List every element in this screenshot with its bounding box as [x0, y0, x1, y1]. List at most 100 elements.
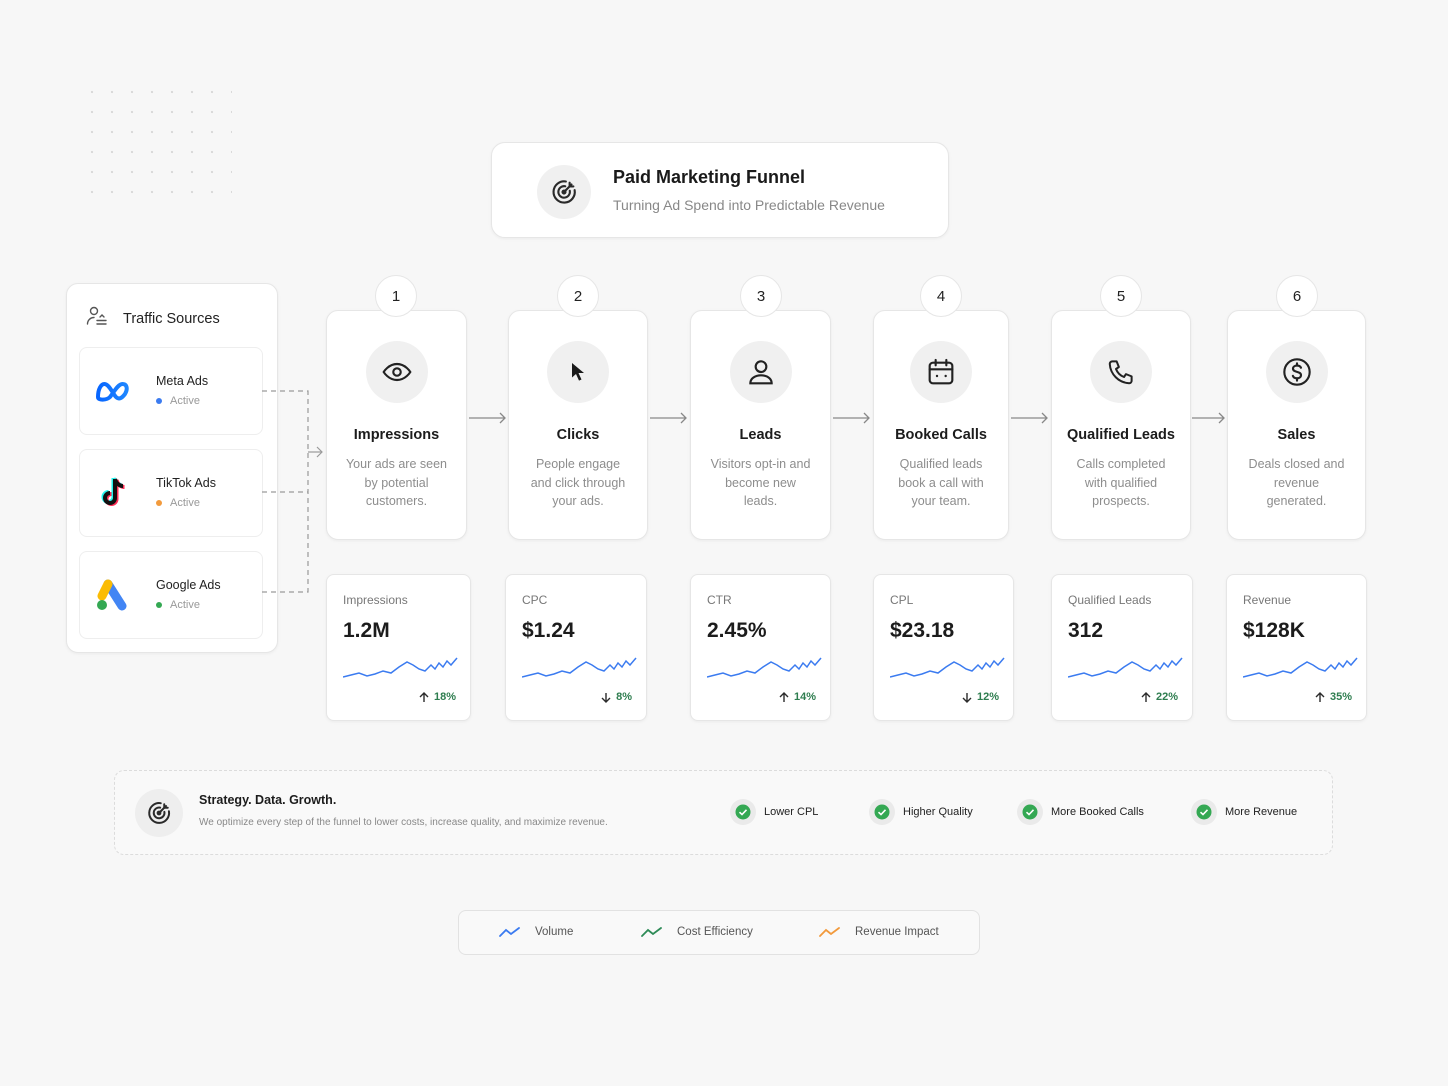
tiktok-logo [94, 476, 132, 510]
metric-delta: 12% [962, 691, 999, 703]
source-item-meta-ads[interactable]: Meta Ads Active [79, 347, 263, 435]
metric-delta: 22% [1141, 691, 1178, 703]
traffic-sources-title: Traffic Sources [123, 310, 220, 327]
step-description: Visitors opt-in and become new leads. [710, 457, 811, 508]
step-title: Qualified Leads [1067, 427, 1175, 443]
step-description: Qualified leads book a call with your te… [898, 457, 984, 508]
step-description: Calls completed with qualified prospects… [1076, 457, 1166, 508]
google-ads-logo [94, 578, 132, 612]
arrow-down-icon [601, 692, 611, 703]
arrow-down-icon [962, 692, 972, 703]
strategy-title: Strategy. Data. Growth. [199, 793, 337, 807]
status-dot [156, 602, 162, 608]
benefit-label: More Revenue [1225, 806, 1298, 818]
person-icon [729, 341, 792, 403]
metric-card-revenue: Revenue $128K 35% [1226, 574, 1367, 721]
benefit-higher-quality: Higher Quality [869, 799, 973, 825]
phone-icon [1090, 341, 1152, 403]
benefit-more-booked-calls: More Booked Calls [1017, 799, 1144, 825]
meta-logo [94, 374, 132, 408]
trend-line-icon [641, 927, 662, 937]
step-card-clicks: Clicks People engage and click through y… [508, 310, 648, 540]
source-status: Active [156, 497, 200, 509]
benefit-label: Lower CPL [764, 806, 819, 818]
sparkline [1243, 657, 1358, 678]
traffic-sources-panel: Traffic Sources Meta Ads Active TikTok A… [66, 283, 278, 653]
cursor-icon [547, 341, 609, 403]
target-icon [135, 789, 183, 837]
flow-arrow [650, 412, 687, 424]
eye-icon [365, 341, 428, 403]
flow-arrow [833, 412, 870, 424]
metric-delta-value: 22% [1155, 691, 1178, 703]
metric-delta: 14% [779, 691, 816, 703]
legend-item-volume: Volume [499, 926, 573, 938]
step-badge-2: 2 [557, 275, 599, 317]
metric-label: CTR [707, 593, 732, 607]
metric-delta-value: 12% [976, 691, 999, 703]
status-label: Active [170, 395, 200, 407]
metric-value: 312 [1068, 619, 1104, 642]
step-title: Sales [1277, 427, 1316, 443]
legend-item-cost-efficiency: Cost Efficiency [641, 926, 753, 938]
step-description: People engage and click through your ads… [530, 457, 626, 508]
sparkline [707, 657, 822, 678]
metric-value: 2.45% [707, 619, 767, 642]
source-name: Meta Ads [156, 374, 209, 388]
legend-item-revenue-impact: Revenue Impact [819, 926, 939, 938]
benefit-lower-cpl: Lower CPL [730, 799, 818, 825]
page-subtitle: Turning Ad Spend into Predictable Revenu… [613, 197, 885, 213]
step-card-sales: Sales Deals closed and revenue generated… [1227, 310, 1366, 540]
status-dot [156, 398, 162, 404]
arrow-up-icon [779, 691, 789, 702]
metric-card-cpl: CPL $23.18 12% [873, 574, 1014, 721]
legend-label: Revenue Impact [855, 926, 939, 938]
trend-line-icon [819, 927, 840, 937]
step-card-leads: Leads Visitors opt-in and become new lea… [690, 310, 831, 540]
flow-arrow [1192, 412, 1225, 424]
metric-card-cpc: CPC $1.24 8% [505, 574, 647, 721]
arrow-up-icon [1315, 691, 1325, 702]
source-item-google-ads[interactable]: Google Ads Active [79, 551, 263, 639]
metric-card-ctr: CTR 2.45% 14% [690, 574, 831, 721]
step-card-impressions: Impressions Your ads are seen by potenti… [326, 310, 467, 540]
metric-label: CPL [890, 593, 914, 607]
metric-delta: 35% [1315, 691, 1352, 703]
target-icon [537, 165, 591, 219]
dollar-icon [1265, 341, 1328, 403]
step-badge-5: 5 [1100, 275, 1142, 317]
step-badge-1: 1 [375, 275, 417, 317]
metric-value: $23.18 [890, 619, 955, 642]
sparkline [890, 657, 1005, 678]
step-title: Impressions [353, 427, 440, 443]
benefit-label: Higher Quality [903, 806, 973, 818]
step-card-booked-calls: Booked Calls Qualified leads book a call… [873, 310, 1009, 540]
sparkline [522, 657, 637, 678]
metric-label: CPC [522, 593, 548, 607]
page-title: Paid Marketing Funnel [613, 167, 806, 187]
status-dot [156, 500, 162, 506]
benefit-label: More Booked Calls [1051, 806, 1144, 818]
flow-arrow [469, 412, 506, 424]
metric-value: 1.2M [343, 619, 390, 642]
metric-label: Impressions [343, 593, 408, 607]
source-item-tiktok-ads[interactable]: TikTok Ads Active [79, 449, 263, 537]
metric-card-qualified-leads: Qualified Leads 312 22% [1051, 574, 1193, 721]
metric-label: Revenue [1243, 593, 1292, 607]
legend: Volume Cost Efficiency Revenue Impact [458, 910, 980, 955]
metric-value: $1.24 [522, 619, 575, 642]
step-title: Clicks [556, 427, 600, 443]
legend-label: Cost Efficiency [677, 926, 753, 938]
trend-line-icon [499, 927, 520, 937]
sparkline [343, 657, 458, 678]
arrow-up-icon [419, 691, 429, 702]
strategy-subtitle: We optimize every step of the funnel to … [199, 817, 608, 828]
arrow-up-icon [1141, 691, 1151, 702]
metric-delta-value: 8% [616, 691, 632, 703]
step-title: Booked Calls [895, 427, 987, 443]
step-badge-4: 4 [920, 275, 962, 317]
source-name: Google Ads [156, 578, 221, 592]
step-description: Your ads are seen by potential customers… [345, 457, 447, 508]
step-title: Leads [739, 427, 782, 443]
step-badge-3: 3 [740, 275, 782, 317]
